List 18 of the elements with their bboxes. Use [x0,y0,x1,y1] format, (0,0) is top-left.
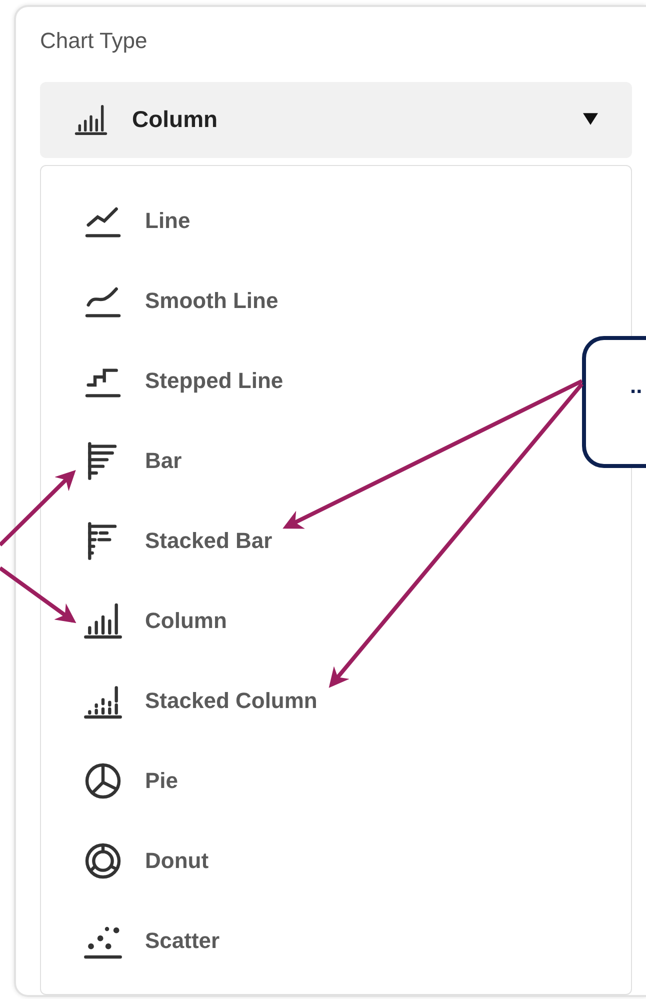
chart-type-label: Chart Type [40,29,148,53]
chart-type-dropdown[interactable]: Column [40,82,632,158]
menu-item[interactable]: Pie [83,740,204,821]
pie-chart-icon [83,760,123,801]
menu-item[interactable]: Stacked Bar [83,500,298,581]
callout-text: .. [630,376,642,396]
menu-item[interactable]: Stacked Column [83,660,344,741]
caret-icon [583,113,598,126]
menu-item[interactable]: Donut [83,820,235,901]
menu-item[interactable]: Line [83,180,216,261]
menu-item[interactable]: Bar [83,420,208,501]
menu-item[interactable]: Stepped Line [83,340,310,421]
column-chart-icon [74,102,108,137]
column-chart-icon [83,600,123,641]
donut-chart-icon [83,840,123,881]
menu-item[interactable]: Smooth Line [83,260,304,341]
menu-item[interactable]: Scatter [83,900,246,981]
menu-item[interactable]: Column [83,580,253,661]
